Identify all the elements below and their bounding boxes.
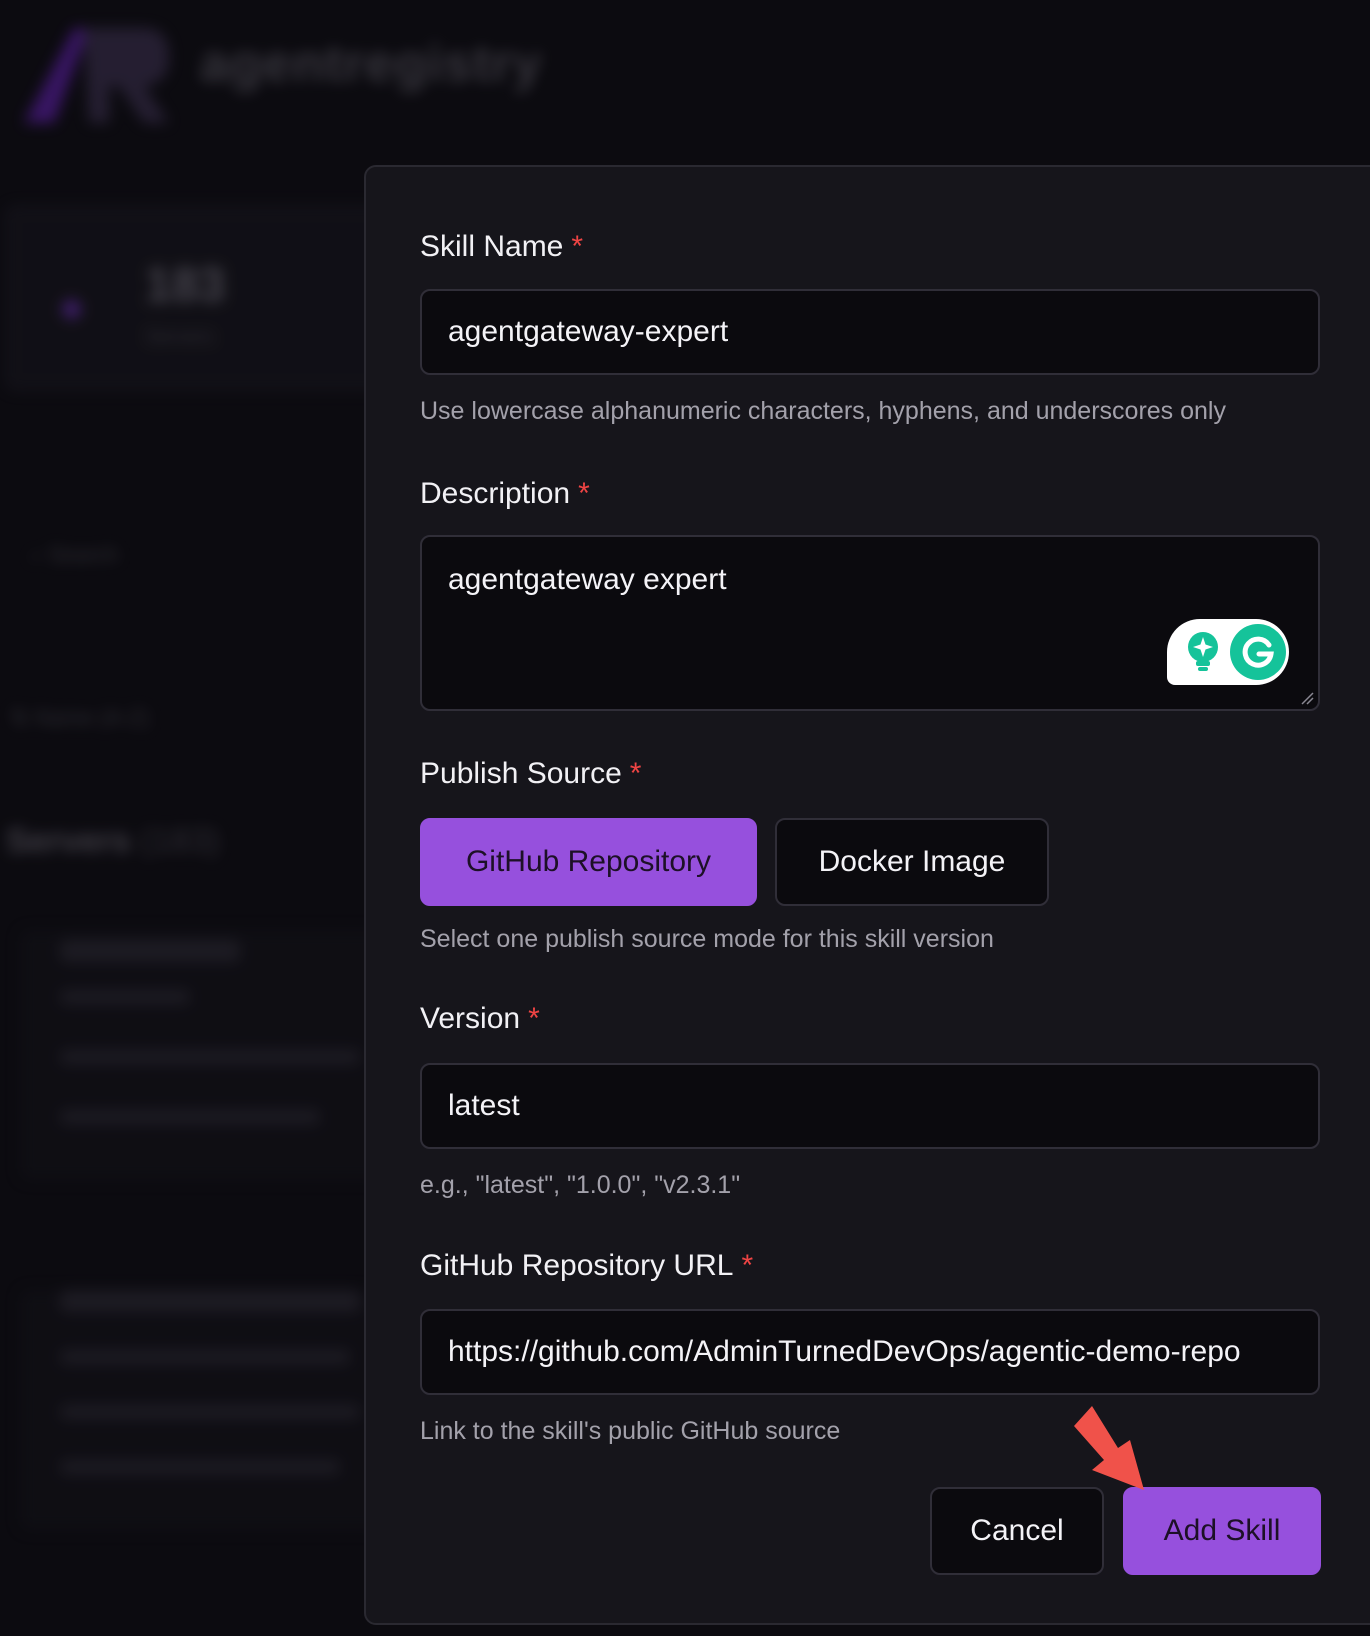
required-mark: * [528,1002,540,1035]
search-input[interactable]: ⌕ Search [30,542,118,568]
publish-source-hint: Select one publish source mode for this … [420,925,994,953]
docker-image-option[interactable]: Docker Image [775,818,1049,906]
required-mark: * [741,1249,754,1282]
publish-source-label: Publish Source * [420,757,642,790]
server-card[interactable] [20,930,380,1180]
server-card[interactable] [20,1290,380,1530]
search-placeholder: Search [48,542,119,567]
arrow-annotation-icon [1074,1406,1144,1490]
required-mark: * [571,230,584,263]
card-line [60,1110,320,1124]
version-label: Version * [420,1002,540,1035]
skill-name-hint: Use lowercase alphanumeric characters, h… [420,397,1226,425]
github-url-input[interactable]: https://github.com/AdminTurnedDevOps/age… [420,1309,1320,1395]
skill-name-input[interactable]: agentgateway-expert [420,289,1320,375]
card-line [60,940,240,962]
description-label: Description * [420,477,590,510]
required-mark: * [629,757,642,790]
add-skill-button[interactable]: Add Skill [1123,1487,1321,1575]
card-line [60,1050,360,1064]
app-logo-icon [24,28,169,123]
description-textarea[interactable]: agentgateway expert [420,535,1320,711]
stat-label: Servers [145,326,214,348]
card-line [60,1350,350,1364]
cancel-button[interactable]: Cancel [930,1487,1104,1575]
skill-name-label: Skill Name * [420,230,584,263]
grammarly-icon [1230,624,1286,680]
app-wordmark: agentregistry [200,35,543,93]
sort-select[interactable]: ⇅ Name (A-Z) [10,705,149,731]
grammarly-widget[interactable] [1167,619,1289,685]
section-title: Servers (183) [6,822,220,860]
card-line [60,1405,360,1419]
stat-value: 183 [145,259,226,312]
sort-label: Name (A-Z) [34,705,150,730]
github-url-label: GitHub Repository URL * [420,1249,754,1282]
card-line [60,1460,340,1474]
version-hint: e.g., "latest", "1.0.0", "v2.3.1" [420,1171,741,1199]
card-line [60,990,190,1004]
github-repository-option[interactable]: GitHub Repository [420,818,757,906]
resize-handle-icon[interactable] [1300,691,1314,705]
lightbulb-icon [1188,632,1218,671]
server-icon: ◆ [60,291,84,324]
card-line [60,1290,360,1312]
add-skill-dialog: Skill Name * agentgateway-expert Use lowe… [364,165,1370,1625]
description-value: agentgateway expert [448,563,727,596]
github-url-hint: Link to the skill's public GitHub source [420,1417,841,1445]
version-input[interactable]: latest [420,1063,1320,1149]
required-mark: * [578,477,590,510]
